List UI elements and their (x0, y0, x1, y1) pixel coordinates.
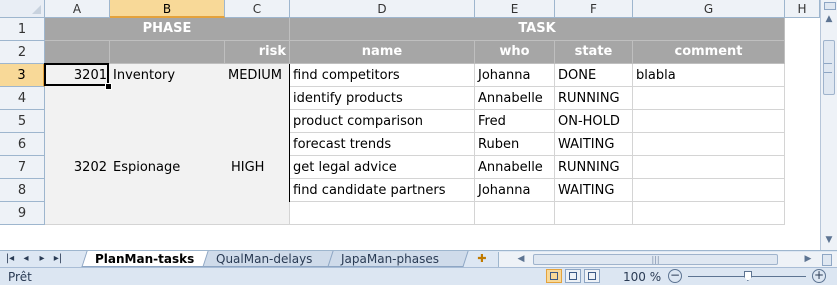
horizontal-scrollbar[interactable]: ◀ ||| ▶ (498, 252, 837, 267)
task-state-cell[interactable]: RUNNING (555, 87, 633, 110)
status-text: Prêt (8, 270, 32, 284)
cell-a2[interactable] (45, 41, 110, 64)
insert-sheet-icon[interactable]: ✚ (472, 251, 492, 267)
risk-cell[interactable]: HIGH (225, 156, 290, 179)
empty-cell[interactable] (475, 202, 555, 225)
column-header-a[interactable]: A (45, 0, 110, 18)
task-comment-cell[interactable] (633, 87, 785, 110)
row-header-9[interactable]: 9 (0, 202, 45, 225)
zoom-out-icon[interactable]: − (668, 269, 682, 283)
task-state-cell[interactable]: WAITING (555, 133, 633, 156)
phase-group-fill (45, 64, 290, 225)
page-layout-icon (569, 272, 577, 280)
prev-sheet-icon[interactable]: ◂ (20, 251, 32, 267)
last-sheet-icon[interactable]: ▸| (52, 251, 64, 267)
task-state-cell[interactable]: DONE (555, 64, 633, 87)
phase-id-cell[interactable]: 3201 (45, 64, 110, 87)
column-header-e[interactable]: E (475, 0, 555, 18)
row-header-8[interactable]: 8 (0, 179, 45, 202)
task-name-cell[interactable]: find competitors (290, 64, 475, 87)
zoom-level[interactable]: 100 % (623, 269, 661, 285)
task-who-cell[interactable]: Fred (475, 110, 555, 133)
row-header-1[interactable]: 1 (0, 18, 45, 41)
risk-cell[interactable]: MEDIUM (225, 64, 290, 87)
horizontal-scroll-thumb[interactable]: ||| (533, 254, 778, 265)
empty-cell[interactable] (45, 202, 290, 225)
task-name-cell[interactable]: get legal advice (290, 156, 475, 179)
column-header-g[interactable]: G (633, 0, 785, 18)
task-who-cell[interactable]: Johanna (475, 179, 555, 202)
task-state-cell[interactable]: RUNNING (555, 156, 633, 179)
task-state-cell[interactable]: ON-HOLD (555, 110, 633, 133)
scroll-right-icon[interactable]: ▶ (802, 252, 814, 267)
cell-b2[interactable] (110, 41, 225, 64)
phase-id-cell[interactable]: 3202 (45, 156, 110, 179)
worksheet-grid[interactable]: A B C D E F G H 1 2 3 4 5 6 7 8 9 PHASE … (0, 0, 820, 250)
scroll-up-icon[interactable]: ▲ (823, 12, 835, 26)
risk-header-cell[interactable]: risk (225, 41, 290, 64)
spreadsheet-window: A B C D E F G H 1 2 3 4 5 6 7 8 9 PHASE … (0, 0, 837, 285)
zoom-in-icon[interactable]: + (812, 269, 826, 283)
scroll-down-icon[interactable]: ▼ (823, 233, 835, 247)
state-header-cell[interactable]: state (555, 41, 633, 64)
normal-view-icon (550, 272, 558, 280)
page-break-icon (588, 272, 596, 280)
task-name-cell[interactable]: forecast trends (290, 133, 475, 156)
select-all-corner[interactable] (0, 0, 45, 18)
task-name-cell[interactable]: product comparison (290, 110, 475, 133)
tab-qualman-delays[interactable]: QualMan-delays (202, 251, 334, 267)
empty-cell[interactable] (555, 202, 633, 225)
task-who-cell[interactable]: Annabelle (475, 156, 555, 179)
scroll-left-icon[interactable]: ◀ (515, 252, 527, 267)
row-header-5[interactable]: 5 (0, 110, 45, 133)
task-who-cell[interactable]: Johanna (475, 64, 555, 87)
task-comment-cell[interactable]: blabla (633, 64, 785, 87)
task-who-cell[interactable]: Annabelle (475, 87, 555, 110)
vertical-split-handle-icon[interactable] (822, 254, 832, 266)
column-header-f[interactable]: F (555, 0, 633, 18)
phase-name-cell[interactable]: Inventory (110, 64, 225, 87)
normal-view-button[interactable] (546, 269, 562, 283)
column-header-c[interactable]: C (225, 0, 290, 18)
row-header-3[interactable]: 3 (0, 64, 45, 87)
who-header-cell[interactable]: who (475, 41, 555, 64)
vertical-scrollbar[interactable]: ▲ ▼ (820, 0, 837, 250)
task-name-cell[interactable]: identify products (290, 87, 475, 110)
phase-name-cell[interactable]: Espionage (110, 156, 225, 179)
task-who-cell[interactable]: Ruben (475, 133, 555, 156)
tab-planman-tasks[interactable]: PlanMan-tasks (81, 251, 209, 267)
task-comment-cell[interactable] (633, 179, 785, 202)
next-sheet-icon[interactable]: ▸ (36, 251, 48, 267)
tab-japaman-phases[interactable]: JapaMan-phases (327, 251, 469, 267)
grip-icon (824, 63, 832, 73)
task-comment-cell[interactable] (633, 156, 785, 179)
comment-header-cell[interactable]: comment (633, 41, 785, 64)
row-header-4[interactable]: 4 (0, 87, 45, 110)
sheet-tab-bar: |◂ ◂ ▸ ▸| PlanMan-tasks QualMan-delays J… (0, 250, 837, 267)
column-header-h[interactable]: H (785, 0, 820, 18)
task-name-cell[interactable]: find candidate partners (290, 179, 475, 202)
row-header-7[interactable]: 7 (0, 156, 45, 179)
fill-handle[interactable] (105, 83, 112, 90)
phase-header-cell[interactable]: PHASE (45, 18, 290, 41)
column-header-b[interactable]: B (110, 0, 225, 18)
task-comment-cell[interactable] (633, 110, 785, 133)
zoom-slider-thumb[interactable] (744, 271, 752, 281)
split-handle-icon[interactable] (824, 2, 836, 10)
status-bar: Prêt 100 % − + (0, 267, 837, 285)
page-break-preview-button[interactable] (584, 269, 600, 283)
empty-cell[interactable] (633, 202, 785, 225)
name-header-cell[interactable]: name (290, 41, 475, 64)
empty-cell[interactable] (290, 202, 475, 225)
row-header-6[interactable]: 6 (0, 133, 45, 156)
column-header-d[interactable]: D (290, 0, 475, 18)
task-header-cell[interactable]: TASK (290, 18, 785, 41)
task-state-cell[interactable]: WAITING (555, 179, 633, 202)
task-comment-cell[interactable] (633, 133, 785, 156)
page-layout-button[interactable] (565, 269, 581, 283)
first-sheet-icon[interactable]: |◂ (4, 251, 16, 267)
select-all-triangle-icon (32, 5, 41, 14)
row-header-2[interactable]: 2 (0, 41, 45, 64)
